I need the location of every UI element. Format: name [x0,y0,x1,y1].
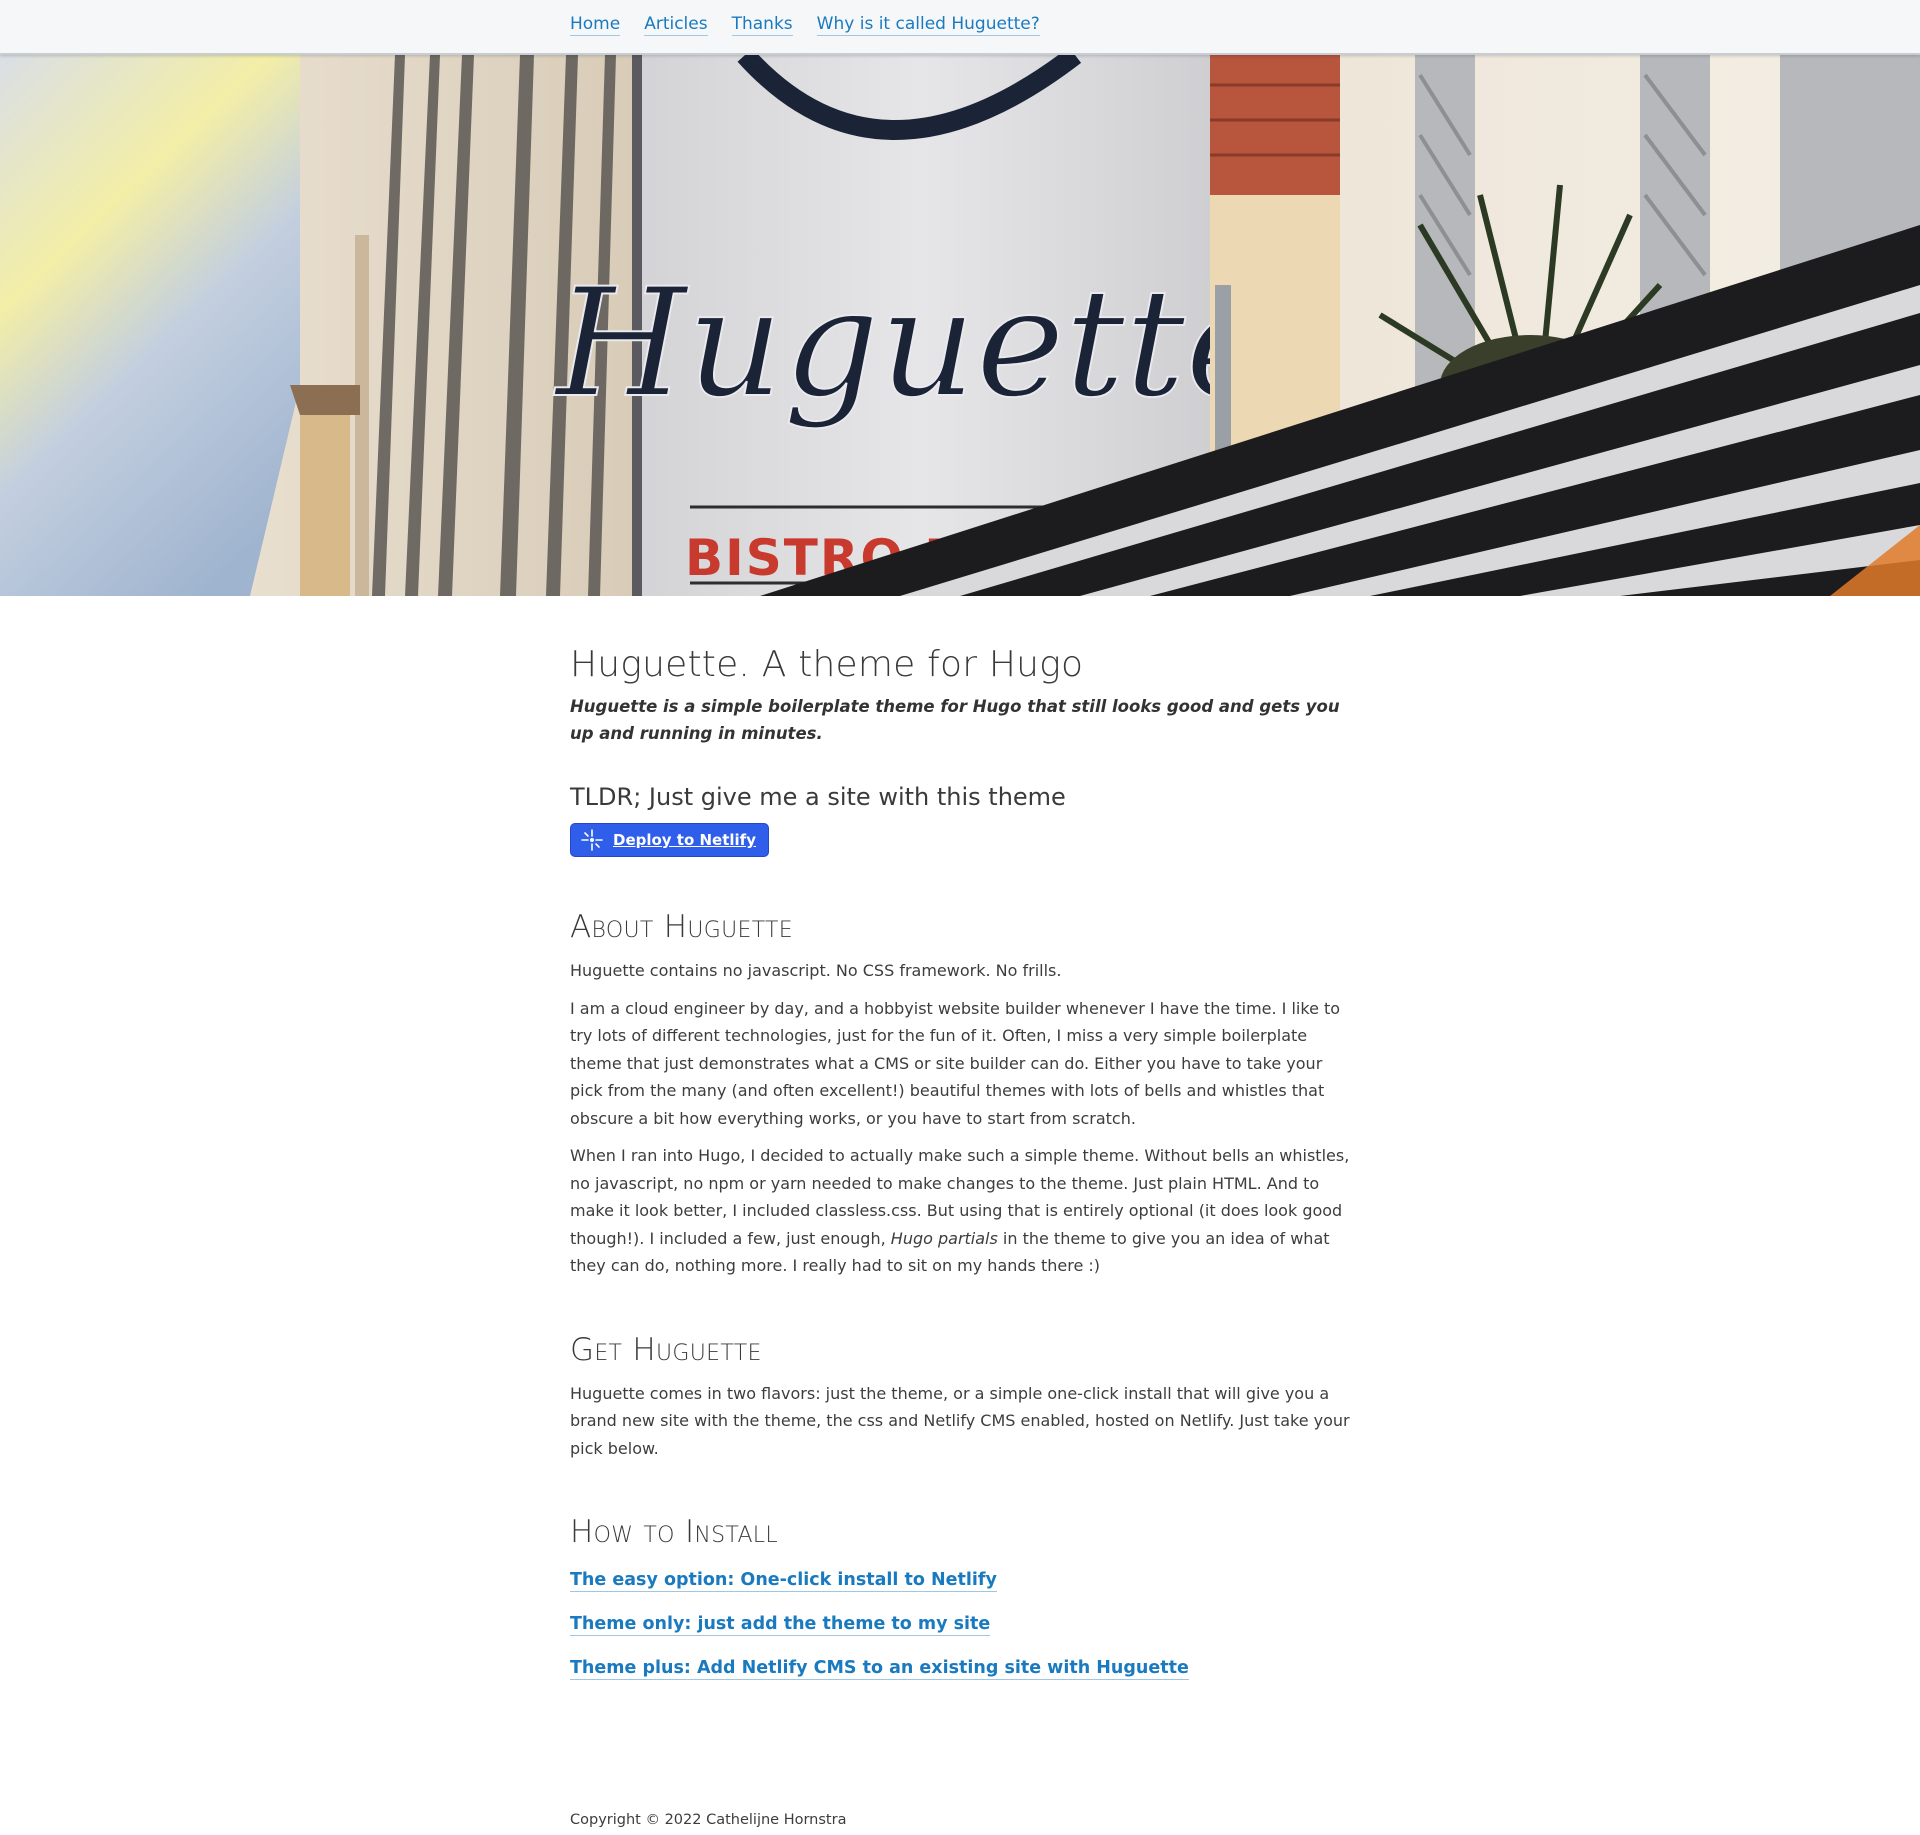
install-link-one-click[interactable]: The easy option: One-click install to Ne… [570,1570,997,1592]
install-link-theme-only[interactable]: Theme only: just add the theme to my sit… [570,1614,991,1636]
footer-copyright: Copyright © 2022 Cathelijne Hornstra [570,1812,847,1828]
hugo-partials-emphasis: Hugo partials [890,1228,998,1248]
about-paragraph-2: I am a cloud engineer by day, and a hobb… [570,998,1341,1128]
top-navigation: Home Articles Thanks Why is it called Hu… [0,0,1920,55]
netlify-icon [581,829,603,851]
deploy-button-label: Deploy to Netlify [613,831,756,849]
page-title: Huguette. A theme for Hugo [570,644,1084,685]
install-options-list: The easy option: One-click install to Ne… [570,1570,1355,1702]
install-link-theme-plus[interactable]: Theme plus: Add Netlify CMS to an existi… [570,1658,1189,1680]
hero-photo: Huguette BISTRO DE [0,55,1920,596]
nav-link-articles[interactable]: Articles [644,14,708,36]
tldr-heading: TLDR; Just give me a site with this them… [570,783,1066,811]
install-heading: How to Install [570,1514,778,1550]
about-paragraph-1: Huguette contains no javascript. No CSS … [570,961,1062,980]
nav-link-thanks[interactable]: Thanks [731,14,793,36]
get-paragraph: Huguette comes in two flavors: just the … [570,1383,1350,1458]
nav-list: Home Articles Thanks Why is it called Hu… [570,14,1040,36]
sign-script-text: Huguette [553,257,1274,431]
about-heading: About Huguette [570,909,793,945]
nav-link-why-huguette[interactable]: Why is it called Huguette? [816,14,1040,36]
hero-banner-image: Huguette BISTRO DE [0,55,1920,596]
main-content: Huguette. A theme for Hugo Huguette is a… [570,596,1355,1702]
nav-link-home[interactable]: Home [570,14,621,36]
page-lead: Huguette is a simple boilerplate theme f… [570,697,1340,743]
about-paragraph-3: When I ran into Hugo, I decided to actua… [570,1142,1355,1280]
deploy-to-netlify-button[interactable]: Deploy to Netlify [570,823,769,857]
get-heading: Get Huguette [570,1331,762,1368]
